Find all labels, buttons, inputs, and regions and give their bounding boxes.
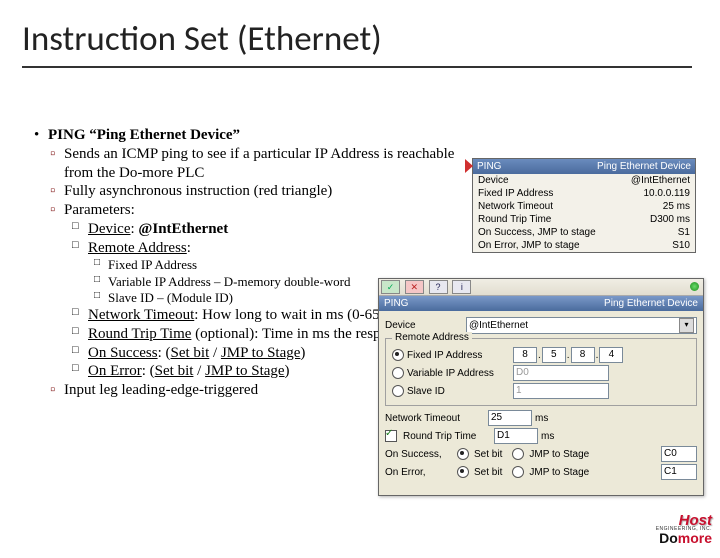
red-triangle-icon	[465, 159, 473, 173]
status-dot-icon	[690, 282, 699, 291]
param-device: Device: @IntEthernet	[36, 220, 466, 239]
dialog-toolbar: ✓ ✕ ? i	[379, 279, 703, 296]
accept-button[interactable]: ✓	[381, 280, 400, 294]
title-rule	[22, 66, 692, 68]
inst-row: Fixed IP Address10.0.0.119	[473, 187, 695, 200]
param-remote: Remote Address:	[36, 239, 466, 258]
dialog-title: PING Ping Ethernet Device	[379, 296, 703, 311]
rtt-field[interactable]: D1	[494, 428, 538, 444]
cancel-button[interactable]: ✕	[405, 280, 424, 294]
sub-send: Sends an ICMP ping to see if a particula…	[36, 145, 466, 183]
fixed-ip-option: Fixed IP Address 8. 5. 8. 4	[392, 347, 690, 363]
sub-params: Parameters:	[36, 201, 466, 220]
error-target-field[interactable]: C1	[661, 464, 697, 480]
network-timeout-label: Network Timeout	[385, 413, 485, 424]
rtt-row: Round Trip Time D1 ms	[385, 428, 697, 444]
device-dropdown[interactable]: @IntEthernet ▾	[466, 317, 697, 334]
variable-ip-radio[interactable]	[392, 367, 404, 379]
error-jmp-radio[interactable]	[512, 466, 524, 478]
inst-row: Round Trip TimeD300 ms	[473, 213, 695, 226]
page-title: Instruction Set (Ethernet)	[22, 18, 720, 62]
on-success-row: On Success, Set bit JMP to Stage C0	[385, 446, 697, 462]
info-button[interactable]: i	[452, 280, 471, 294]
slave-id-option: Slave ID 1	[392, 383, 690, 399]
inst-row: On Error, JMP to stageS10	[473, 239, 695, 252]
success-setbit-radio[interactable]	[457, 448, 469, 460]
logo-domore: Domore	[622, 530, 712, 546]
on-error-row: On Error, Set bit JMP to Stage C1	[385, 464, 697, 480]
variable-ip-option: Variable IP Address D0	[392, 365, 690, 381]
chevron-down-icon: ▾	[679, 318, 694, 333]
inst-row: Network Timeout25 ms	[473, 200, 695, 213]
dialog-body: Device @IntEthernet ▾ Remote Address Fix…	[379, 311, 703, 486]
ping-dialog: ✓ ✕ ? i PING Ping Ethernet Device Device…	[378, 278, 704, 496]
fixed-ip-radio[interactable]	[392, 349, 404, 361]
sub-async: Fully asynchronous instruction (red tria…	[36, 182, 466, 201]
instruction-header: PING Ping Ethernet Device	[473, 159, 695, 174]
on-success-label: On Success,	[385, 449, 457, 460]
remote-address-group: Remote Address Fixed IP Address 8. 5. 8.…	[385, 338, 697, 406]
rtt-checkbox[interactable]	[385, 430, 397, 442]
inst-row: Device@IntEthernet	[473, 174, 695, 187]
ip-seg-1[interactable]: 8	[513, 347, 537, 363]
error-setbit-radio[interactable]	[457, 466, 469, 478]
network-timeout-row: Network Timeout 25 ms	[385, 410, 697, 426]
ip-seg-2[interactable]: 5	[542, 347, 566, 363]
remote-opt-fixed: Fixed IP Address	[36, 257, 466, 273]
slave-id-field[interactable]: 1	[513, 383, 609, 399]
variable-ip-field[interactable]: D0	[513, 365, 609, 381]
on-error-label: On Error,	[385, 467, 457, 478]
bullet-ping: PING “Ping Ethernet Device”	[36, 126, 466, 145]
inst-row: On Success, JMP to stageS1	[473, 226, 695, 239]
remote-group-label: Remote Address	[392, 332, 472, 343]
network-timeout-field[interactable]: 25	[488, 410, 532, 426]
title-block: Instruction Set (Ethernet)	[22, 18, 720, 68]
success-target-field[interactable]: C0	[661, 446, 697, 462]
logo: Host ENGINEERING, INC. Domore	[622, 512, 712, 552]
help-button[interactable]: ?	[429, 280, 448, 294]
success-jmp-radio[interactable]	[512, 448, 524, 460]
slave-id-radio[interactable]	[392, 385, 404, 397]
ip-seg-4[interactable]: 4	[599, 347, 623, 363]
instruction-block: PING Ping Ethernet Device Device@IntEthe…	[472, 158, 696, 253]
ip-seg-3[interactable]: 8	[571, 347, 595, 363]
rtt-label: Round Trip Time	[403, 431, 491, 442]
device-label: Device	[385, 320, 463, 331]
